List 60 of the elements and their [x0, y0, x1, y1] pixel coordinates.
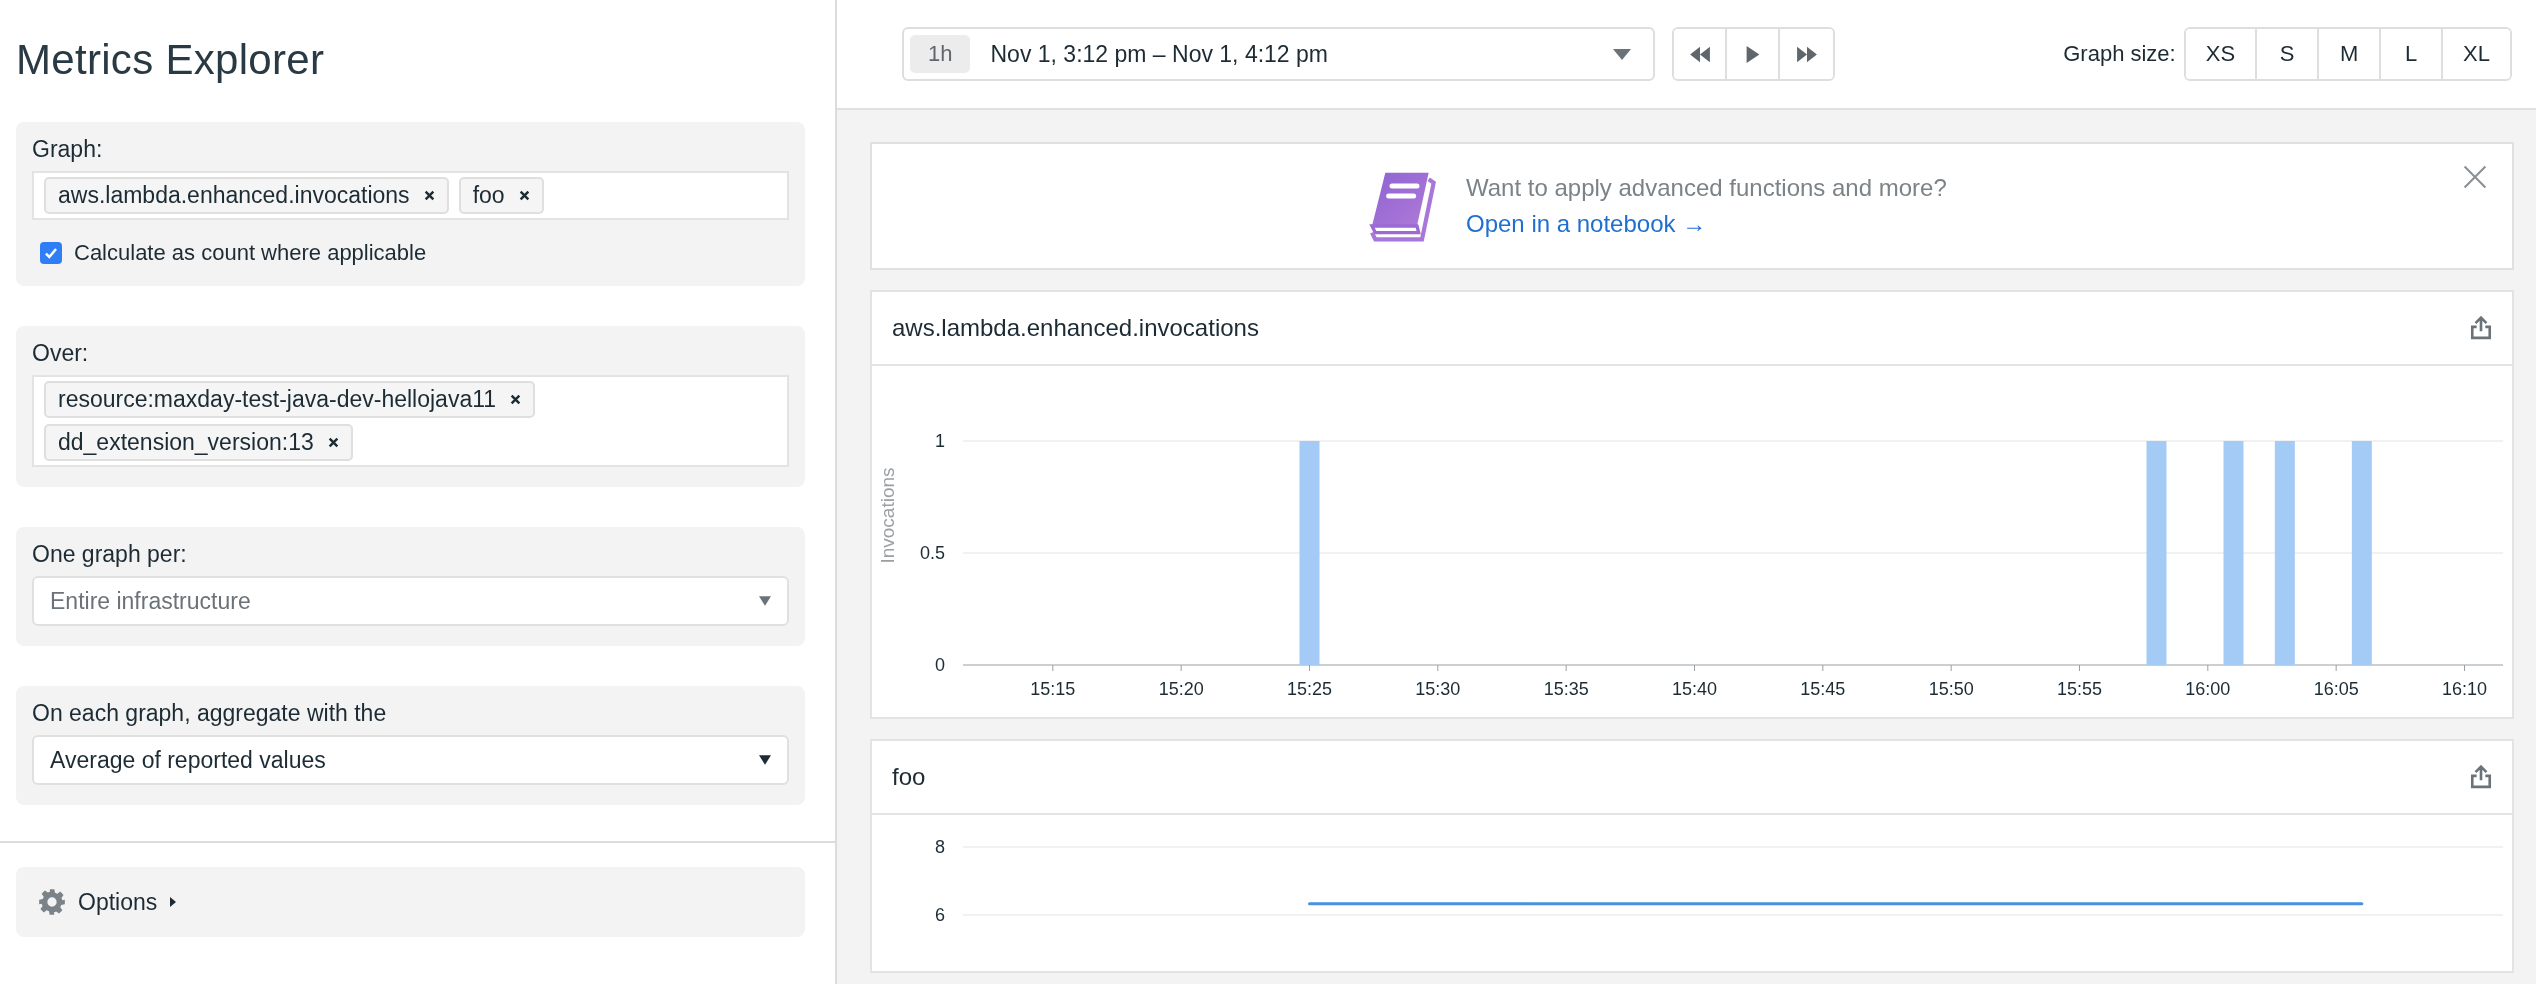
x-tick-label: 15:25: [1287, 679, 1332, 699]
options-toggle[interactable]: Options: [16, 867, 805, 937]
remove-icon[interactable]: [423, 190, 435, 201]
tag-label: foo: [472, 182, 505, 209]
dropdown-placeholder: Entire infrastructure: [50, 587, 251, 615]
field-label: One graph per:: [32, 541, 188, 568]
field-label: Over:: [32, 340, 90, 367]
graph-size-label: Graph size:: [2063, 41, 2176, 67]
y-tick-label: 0: [935, 655, 945, 675]
x-tick-label: 15:50: [1928, 679, 1974, 699]
close-icon[interactable]: [2462, 164, 2488, 190]
rewind-icon: [1688, 45, 1711, 63]
gear-icon: [38, 888, 66, 916]
x-tick-label: 16:00: [2185, 679, 2231, 699]
tag-label: resource:maxday-test-java-dev-hellojava11: [58, 386, 497, 413]
x-tick-label: 15:30: [1415, 679, 1461, 699]
field-label: On each graph, aggregate with the: [32, 700, 388, 727]
remove-icon[interactable]: [518, 190, 530, 201]
tag-label: dd_extension_version:13: [58, 429, 314, 456]
share-icon[interactable]: [2470, 316, 2492, 340]
x-tick-label: 15:35: [1543, 679, 1589, 699]
notebook-link[interactable]: Open in a notebook →: [1466, 210, 1707, 238]
graph-title: aws.lambda.enhanced.invocations: [892, 314, 1259, 342]
split-dropdown[interactable]: Entire infrastructure: [32, 576, 789, 626]
y-tick-label: 0.5: [919, 543, 945, 563]
aggregate-dropdown[interactable]: Average of reported values: [32, 735, 789, 785]
remove-icon[interactable]: [327, 437, 339, 448]
time-range-picker[interactable]: 1h Nov 1, 3:12 pm – Nov 1, 4:12 pm: [902, 27, 1655, 81]
size-button[interactable]: XS: [2185, 29, 2258, 79]
caret-icon: [1613, 48, 1631, 60]
x-tick-label: 15:20: [1158, 679, 1204, 699]
tag-label: aws.lambda.enhanced.invocations: [58, 182, 410, 209]
y-tick-label: 8: [935, 837, 945, 857]
fast-forward-icon: [1795, 45, 1818, 63]
x-tick-label: 16:05: [2313, 679, 2359, 699]
x-tick-label: 15:55: [2057, 679, 2102, 699]
rewind-button[interactable]: [1674, 29, 1727, 79]
x-tick-label: 15:45: [1800, 679, 1846, 699]
checkbox-label: Calculate as count where applicable: [74, 240, 427, 266]
share-icon[interactable]: [2470, 765, 2492, 789]
x-tick-label: 15:40: [1672, 679, 1717, 699]
page-title: Metrics Explorer: [16, 36, 326, 84]
remove-icon[interactable]: [510, 394, 522, 405]
y-tick-label: 1: [935, 431, 945, 451]
caret-icon: [759, 755, 771, 765]
metric-input[interactable]: aws.lambda.enhanced.invocations foo: [32, 171, 789, 220]
dropdown-value: Average of reported values: [50, 746, 326, 774]
y-tick-label: 6: [935, 905, 945, 925]
y-axis-title: Invocations: [877, 467, 898, 564]
x-tick-label: 16:10: [2442, 679, 2487, 699]
range-badge: 1h: [910, 35, 971, 73]
checkbox[interactable]: [40, 242, 62, 264]
caret-right-icon: [169, 895, 178, 909]
field-label: Graph:: [32, 136, 104, 163]
graph-title: foo: [892, 763, 926, 791]
x-tick-label: 15:15: [1030, 679, 1076, 699]
caret-icon: [759, 596, 771, 606]
banner-text: Want to apply advanced functions and more?: [1466, 174, 1948, 202]
scope-input[interactable]: resource:maxday-test-java-dev-hellojava11 dd_extension_version:13: [32, 375, 789, 467]
time-range: Nov 1, 3:12 pm – Nov 1, 4:12 pm: [990, 40, 1329, 68]
